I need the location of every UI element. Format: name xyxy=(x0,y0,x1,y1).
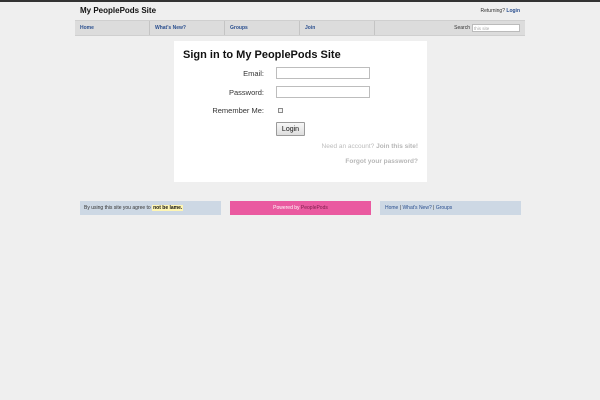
footer-separator: | xyxy=(399,205,402,211)
nav-home[interactable]: Home xyxy=(75,21,150,35)
powered-text: Powered by xyxy=(273,205,300,211)
nav-whats-new[interactable]: What's New? xyxy=(150,21,225,35)
remember-me-label: Remember Me: xyxy=(212,106,264,115)
password-field[interactable] xyxy=(276,86,370,98)
peoplepods-link[interactable]: PeoplePods xyxy=(301,205,328,211)
top-border xyxy=(0,0,600,2)
footer-whats-new-link[interactable]: What's New? xyxy=(402,205,431,211)
footer-separator: | xyxy=(433,205,435,211)
footer-home-link[interactable]: Home xyxy=(385,205,398,211)
need-account-text: Need an account? xyxy=(321,143,375,150)
site-title: My PeoplePods Site xyxy=(80,6,157,15)
nav-groups[interactable]: Groups xyxy=(225,21,300,35)
footer-powered-by: Powered by PeoplePods xyxy=(230,201,371,215)
login-panel: Sign in to My PeoplePods Site Email: Pas… xyxy=(174,41,427,182)
forgot-password-link[interactable]: Forgot your password? xyxy=(345,158,418,165)
join-link[interactable]: Join this site! xyxy=(376,143,418,150)
footer-agreement: By using this site you agree to not be l… xyxy=(80,201,221,215)
nav-join[interactable]: Join xyxy=(300,21,375,35)
search-input[interactable] xyxy=(472,24,520,32)
header-login-link[interactable]: Login xyxy=(506,8,520,14)
footer-groups-link[interactable]: Groups xyxy=(436,205,452,211)
returning-text: Returning? xyxy=(480,8,505,14)
email-label: Email: xyxy=(243,69,264,78)
agree-text: By using this site you agree to xyxy=(84,205,151,211)
main-nav: Home What's New? Groups Join Search xyxy=(75,20,525,36)
not-be-lame-link[interactable]: not be lame. xyxy=(152,205,184,211)
login-button[interactable]: Login xyxy=(276,122,305,136)
email-field[interactable] xyxy=(276,67,370,79)
page-title: Sign in to My PeoplePods Site xyxy=(183,49,341,61)
search-box: Search xyxy=(454,24,525,32)
password-label: Password: xyxy=(228,88,264,97)
search-label: Search xyxy=(454,25,470,31)
remember-me-checkbox[interactable] xyxy=(278,108,283,113)
footer-links: Home | What's New? | Groups xyxy=(380,201,521,215)
need-account-line: Need an account? Join this site! xyxy=(322,143,418,150)
returning-login: Returning? Login xyxy=(481,8,520,14)
